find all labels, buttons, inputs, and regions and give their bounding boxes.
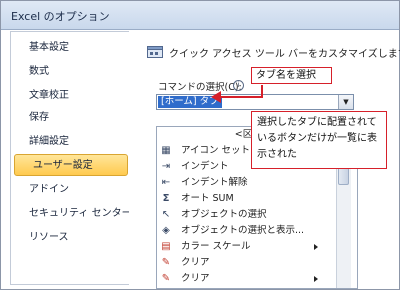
title-bar: Excel のオプション bbox=[1, 1, 399, 30]
list-item[interactable]: Σ オート SUM bbox=[157, 191, 357, 207]
submenu-arrow-icon bbox=[314, 276, 318, 282]
options-dialog: Excel のオプション 基本設定 数式 文章校正 保存 詳細設定 ユーザー設定… bbox=[0, 0, 400, 290]
pointer-icon: ↖ bbox=[161, 209, 171, 220]
list-item[interactable]: ▤ カラー スケール bbox=[157, 239, 357, 255]
color-scale-icon: ▤ bbox=[161, 241, 171, 252]
customize-toolbar-icon bbox=[147, 46, 163, 58]
chevron-down-icon[interactable]: ▼ bbox=[338, 95, 353, 109]
list-item[interactable]: ✎ クリア bbox=[157, 271, 357, 287]
indent-icon: ⇥ bbox=[161, 161, 171, 172]
callout-select-tab: タブ名を選択 bbox=[251, 67, 332, 84]
outdent-icon: ⇤ bbox=[161, 177, 171, 188]
sidebar-item-formulas[interactable]: 数式 bbox=[11, 61, 129, 83]
pointer-arrow-annotation-icon bbox=[211, 85, 263, 103]
sidebar-item-customize[interactable]: ユーザー設定 bbox=[14, 154, 128, 176]
list-scrollbar[interactable] bbox=[336, 155, 351, 288]
window-title: Excel のオプション bbox=[11, 10, 110, 23]
list-item[interactable]: ✎ クリア bbox=[157, 255, 357, 271]
list-item[interactable]: ◈ オブジェクトの選択と表示... bbox=[157, 223, 357, 239]
sidebar-item-save[interactable]: 保存 bbox=[11, 107, 129, 129]
sidebar-item-resources[interactable]: リソース bbox=[11, 227, 129, 249]
submenu-arrow-icon bbox=[314, 244, 318, 250]
sidebar-item-addins[interactable]: アドイン bbox=[11, 179, 129, 201]
eraser-icon: ✎ bbox=[161, 273, 171, 284]
sidebar-item-trust-center[interactable]: セキュリティ センター bbox=[11, 203, 132, 225]
callout-list-note: 選択したタブに配置されているボタンだけが一覧に表示された bbox=[251, 111, 387, 169]
icon-set-icon: ▦ bbox=[161, 145, 171, 156]
list-item[interactable]: ↖ オブジェクトの選択 bbox=[157, 207, 357, 223]
sigma-icon: Σ bbox=[162, 193, 170, 204]
selection-pane-icon: ◈ bbox=[162, 225, 170, 236]
sidebar-item-basic[interactable]: 基本設定 bbox=[11, 37, 129, 59]
eraser-icon: ✎ bbox=[161, 257, 171, 268]
page-heading: クイック アクセス ツール バーをカスタマイズします。 bbox=[169, 49, 400, 60]
sidebar: 基本設定 数式 文章校正 保存 詳細設定 ユーザー設定 アドイン セキュリティ … bbox=[10, 31, 132, 285]
sidebar-item-proofing[interactable]: 文章校正 bbox=[11, 85, 129, 107]
sidebar-item-advanced[interactable]: 詳細設定 bbox=[11, 131, 129, 153]
list-item[interactable]: ⇤ インデント解除 bbox=[157, 175, 357, 191]
